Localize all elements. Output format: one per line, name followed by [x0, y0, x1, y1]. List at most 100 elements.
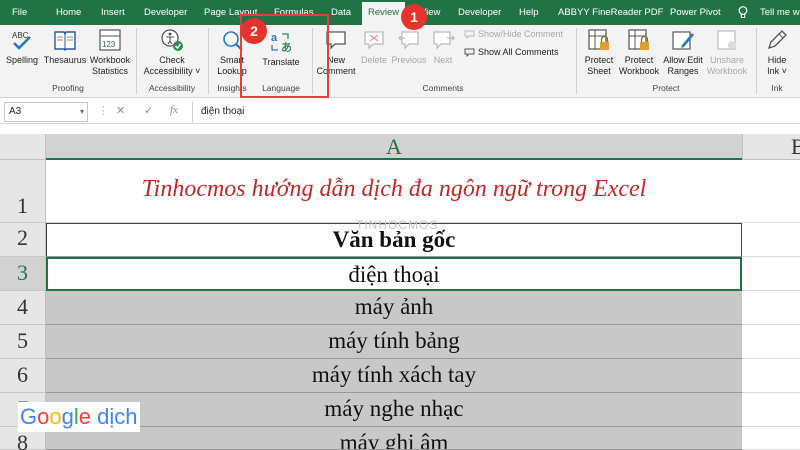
protect-workbook-icon — [628, 29, 649, 50]
comment-icon — [464, 30, 475, 40]
allow-edit-ranges-button[interactable]: Allow Edit Ranges — [660, 27, 706, 77]
review-ribbon: ABC Spelling Thesaurus 123 Workbook Stat… — [0, 25, 800, 98]
spelling-label: Spelling — [5, 55, 39, 65]
cell-b5[interactable] — [742, 325, 800, 359]
tab-home[interactable]: Home — [56, 0, 81, 25]
protect-sheet-button[interactable]: Protect Sheet — [580, 27, 618, 77]
name-box[interactable]: A3 ▾ — [4, 102, 88, 122]
new-comment-label-1: New — [326, 55, 345, 65]
svg-text:123: 123 — [102, 40, 116, 49]
excel-window: File Home Insert Developer Page Layout F… — [0, 0, 800, 450]
tab-data[interactable]: Data — [331, 0, 351, 25]
thesaurus-button[interactable]: Thesaurus — [42, 27, 88, 66]
show-hide-comment-label: Show/Hide Comment — [478, 29, 564, 39]
show-hide-comment-button[interactable]: Show/Hide Comment — [464, 29, 564, 40]
column-header-b[interactable]: B — [742, 134, 800, 160]
select-all-corner[interactable] — [0, 134, 46, 160]
workbook-statistics-button[interactable]: 123 Workbook Statistics — [88, 27, 132, 77]
title-cell[interactable]: Tinhocmos hướng dẫn dịch đa ngôn ngữ tro… — [46, 160, 742, 223]
hide-ink-label-1: Hide — [767, 55, 787, 65]
formula-input[interactable]: điện thoại — [192, 102, 796, 122]
workbook-statistics-label-1: Workbook — [89, 55, 131, 65]
protect-workbook-label-1: Protect — [624, 55, 654, 65]
tab-power-pivot[interactable]: Power Pivot — [670, 0, 721, 25]
row-header-3[interactable]: 3 — [0, 257, 46, 291]
tab-file[interactable]: File — [12, 0, 27, 25]
cell-b7[interactable] — [742, 393, 800, 427]
hide-ink-button[interactable]: Hide Ink ˅ — [760, 27, 794, 77]
workbook-statistics-icon: 123 — [99, 29, 121, 51]
spelling-check-icon: ABC — [12, 31, 31, 50]
allow-edit-ranges-label-1: Allow Edit — [663, 55, 703, 65]
ink-group-label: Ink — [771, 83, 783, 93]
tab-insert[interactable]: Insert — [101, 0, 125, 25]
insert-function-icon[interactable]: fx — [170, 104, 178, 116]
step-2-badge: 2 — [241, 18, 267, 44]
selected-cell-a3[interactable]: điện thoại — [46, 257, 742, 291]
row-header-6[interactable]: 6 — [0, 359, 46, 393]
tab-review[interactable]: Review — [362, 0, 406, 25]
svg-text:ABC: ABC — [12, 31, 29, 40]
ribbon-separator — [208, 28, 209, 94]
data-cell[interactable]: máy tính bảng — [46, 325, 742, 359]
check-accessibility-button[interactable]: Check Accessibility ˅ — [140, 27, 204, 77]
unshare-workbook-button[interactable]: Unshare Workbook — [704, 27, 750, 77]
accessibility-group-label: Accessibility — [148, 83, 196, 93]
pen-icon — [767, 30, 787, 50]
formula-bar: A3 ▾ ⋮ ✕ ✓ fx điện thoại — [0, 100, 800, 124]
cell-b8[interactable] — [742, 427, 800, 450]
tab-abbyy-finereader[interactable]: ABBYY FineReader PDF — [558, 0, 663, 25]
google-translate-logo: Google dịch — [18, 402, 140, 432]
column-header-a[interactable]: A — [46, 134, 742, 160]
protect-sheet-label-1: Protect — [584, 55, 614, 65]
cell-b1[interactable] — [742, 160, 800, 223]
data-cell[interactable]: máy ghi âm — [46, 427, 742, 450]
next-comment-icon — [433, 31, 455, 50]
unshare-workbook-label-2: Workbook — [706, 66, 748, 76]
next-comment-button[interactable]: Next — [428, 27, 458, 66]
protect-workbook-button[interactable]: Protect Workbook — [616, 27, 662, 77]
ribbon-tab-bar: File Home Insert Developer Page Layout F… — [0, 0, 800, 25]
previous-comment-button[interactable]: Previous — [390, 27, 428, 66]
data-cell[interactable]: máy nghe nhạc — [46, 393, 742, 427]
show-all-comments-label: Show All Comments — [478, 47, 559, 57]
spelling-button[interactable]: ABC Spelling — [4, 27, 40, 66]
cell-b4[interactable] — [742, 291, 800, 325]
lightbulb-icon[interactable] — [738, 6, 748, 19]
chevron-down-icon[interactable]: ▾ — [80, 103, 84, 121]
tab-developer-2[interactable]: Developer — [458, 0, 501, 25]
tell-me-search[interactable]: Tell me wh — [760, 0, 800, 25]
tab-help[interactable]: Help — [519, 0, 539, 25]
row-number: 2 — [17, 225, 28, 250]
show-all-comments-button[interactable]: Show All Comments — [464, 47, 559, 58]
book-icon — [54, 31, 76, 51]
data-cell[interactable]: máy ảnh — [46, 291, 742, 325]
row-header-2[interactable]: 2 — [0, 223, 46, 257]
unshare-workbook-icon — [717, 30, 736, 50]
cell-b6[interactable] — [742, 359, 800, 393]
row-header-5[interactable]: 5 — [0, 325, 46, 359]
row-header-4[interactable]: 4 — [0, 291, 46, 325]
confirm-edit-icon[interactable]: ✓ — [144, 104, 153, 117]
ribbon-separator — [756, 28, 757, 94]
more-options-icon: ⋮ — [98, 105, 109, 117]
unshare-workbook-label-1: Unshare — [709, 55, 745, 65]
previous-comment-icon — [398, 31, 419, 50]
cell-b2[interactable] — [742, 223, 800, 257]
ribbon-separator — [136, 28, 137, 94]
delete-comment-button[interactable]: Delete — [358, 27, 390, 66]
proofing-group-label: Proofing — [52, 83, 84, 93]
protect-workbook-label-2: Workbook — [618, 66, 660, 76]
hide-ink-label-2: Ink ˅ — [767, 66, 787, 76]
data-cell[interactable]: máy tính xách tay — [46, 359, 742, 393]
protect-sheet-label-2: Sheet — [587, 66, 611, 76]
row-header-1[interactable]: 1 — [0, 160, 46, 223]
name-box-value: A3 — [9, 106, 22, 117]
tab-developer[interactable]: Developer — [144, 0, 187, 25]
cell-b3[interactable] — [742, 257, 800, 291]
protect-group-label: Protect — [652, 83, 680, 93]
comments-icon — [464, 48, 475, 58]
cancel-edit-icon[interactable]: ✕ — [116, 104, 125, 117]
allow-edit-ranges-icon — [672, 31, 694, 50]
watermark-text: TINHOCMOS — [356, 218, 439, 232]
